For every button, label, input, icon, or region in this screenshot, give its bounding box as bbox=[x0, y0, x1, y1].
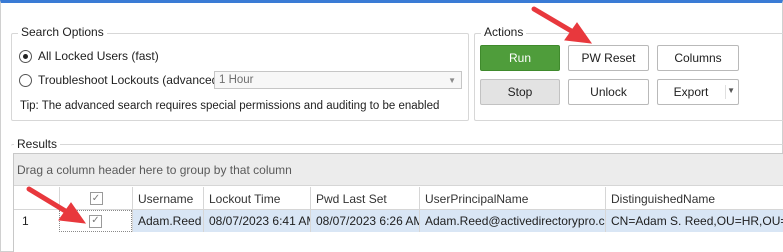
header-checkbox-cell[interactable]: ✓ bbox=[59, 187, 132, 210]
chevron-down-icon[interactable]: ▼ bbox=[727, 86, 735, 95]
row-checkbox-cell[interactable]: ✓ bbox=[59, 210, 132, 232]
export-split-divider bbox=[725, 85, 726, 99]
column-header-distinguished-name[interactable]: DistinguishedName bbox=[605, 187, 783, 210]
search-options-legend: Search Options bbox=[18, 25, 107, 39]
time-range-value: 1 Hour bbox=[219, 74, 254, 86]
export-button[interactable]: Export ▼ bbox=[657, 79, 739, 105]
column-header-pwd-last-set[interactable]: Pwd Last Set bbox=[310, 187, 419, 210]
search-tip: Tip: The advanced search requires specia… bbox=[20, 100, 440, 112]
cell-distinguished-name[interactable]: CN=Adam S. Reed,OU=HR,OU=ADPRO Users,DC=… bbox=[605, 210, 783, 232]
unlock-button[interactable]: Unlock bbox=[568, 79, 649, 105]
columns-button[interactable]: Columns bbox=[657, 45, 739, 71]
table-row[interactable]: 1 ✓ Adam.Reed 08/07/2023 6:41 AM 08/07/2… bbox=[14, 210, 783, 232]
grid-header-row: ✓ Username Lockout Time Pwd Last Set Use… bbox=[14, 187, 783, 210]
results-grid[interactable]: Drag a column header here to group by th… bbox=[13, 153, 783, 252]
run-button[interactable]: Run bbox=[480, 45, 560, 71]
row-index: 1 bbox=[22, 214, 29, 228]
group-by-panel[interactable]: Drag a column header here to group by th… bbox=[14, 154, 783, 186]
chevron-down-icon[interactable]: ▼ bbox=[448, 76, 456, 85]
radio-troubleshoot-lockouts[interactable]: Troubleshoot Lockouts (advanced) bbox=[19, 73, 222, 87]
cell-username[interactable]: Adam.Reed bbox=[132, 210, 203, 232]
radio-all-locked-users-dot[interactable] bbox=[19, 49, 32, 63]
column-header-upn[interactable]: UserPrincipalName bbox=[419, 187, 605, 210]
stop-button[interactable]: Stop bbox=[480, 79, 560, 105]
results-legend: Results bbox=[14, 137, 61, 151]
row-checkbox[interactable]: ✓ bbox=[89, 214, 102, 228]
actions-group: Actions Run PW Reset Columns Stop Unlock… bbox=[474, 25, 783, 121]
radio-troubleshoot-lockouts-dot[interactable] bbox=[19, 73, 32, 87]
actions-legend: Actions bbox=[481, 25, 527, 39]
radio-all-locked-users[interactable]: All Locked Users (fast) bbox=[19, 49, 159, 63]
column-header-lockout-time[interactable]: Lockout Time bbox=[203, 187, 310, 210]
export-label: Export bbox=[673, 85, 709, 99]
time-range-combo[interactable]: 1 Hour ▼ bbox=[214, 71, 462, 89]
app-window: Search Options All Locked Users (fast) T… bbox=[0, 0, 783, 252]
radio-troubleshoot-lockouts-label: Troubleshoot Lockouts (advanced) bbox=[38, 73, 223, 87]
search-options-group: Search Options All Locked Users (fast) T… bbox=[11, 25, 469, 121]
cell-upn[interactable]: Adam.Reed@activedirectorypro.com bbox=[419, 210, 605, 232]
select-all-checkbox[interactable]: ✓ bbox=[89, 192, 103, 205]
column-header-username[interactable]: Username bbox=[132, 187, 203, 210]
cell-lockout-time[interactable]: 08/07/2023 6:41 AM bbox=[203, 210, 310, 232]
cell-pwd-last-set[interactable]: 08/07/2023 6:26 AM bbox=[310, 210, 419, 232]
pw-reset-button[interactable]: PW Reset bbox=[568, 45, 649, 71]
radio-all-locked-users-label: All Locked Users (fast) bbox=[38, 49, 159, 63]
